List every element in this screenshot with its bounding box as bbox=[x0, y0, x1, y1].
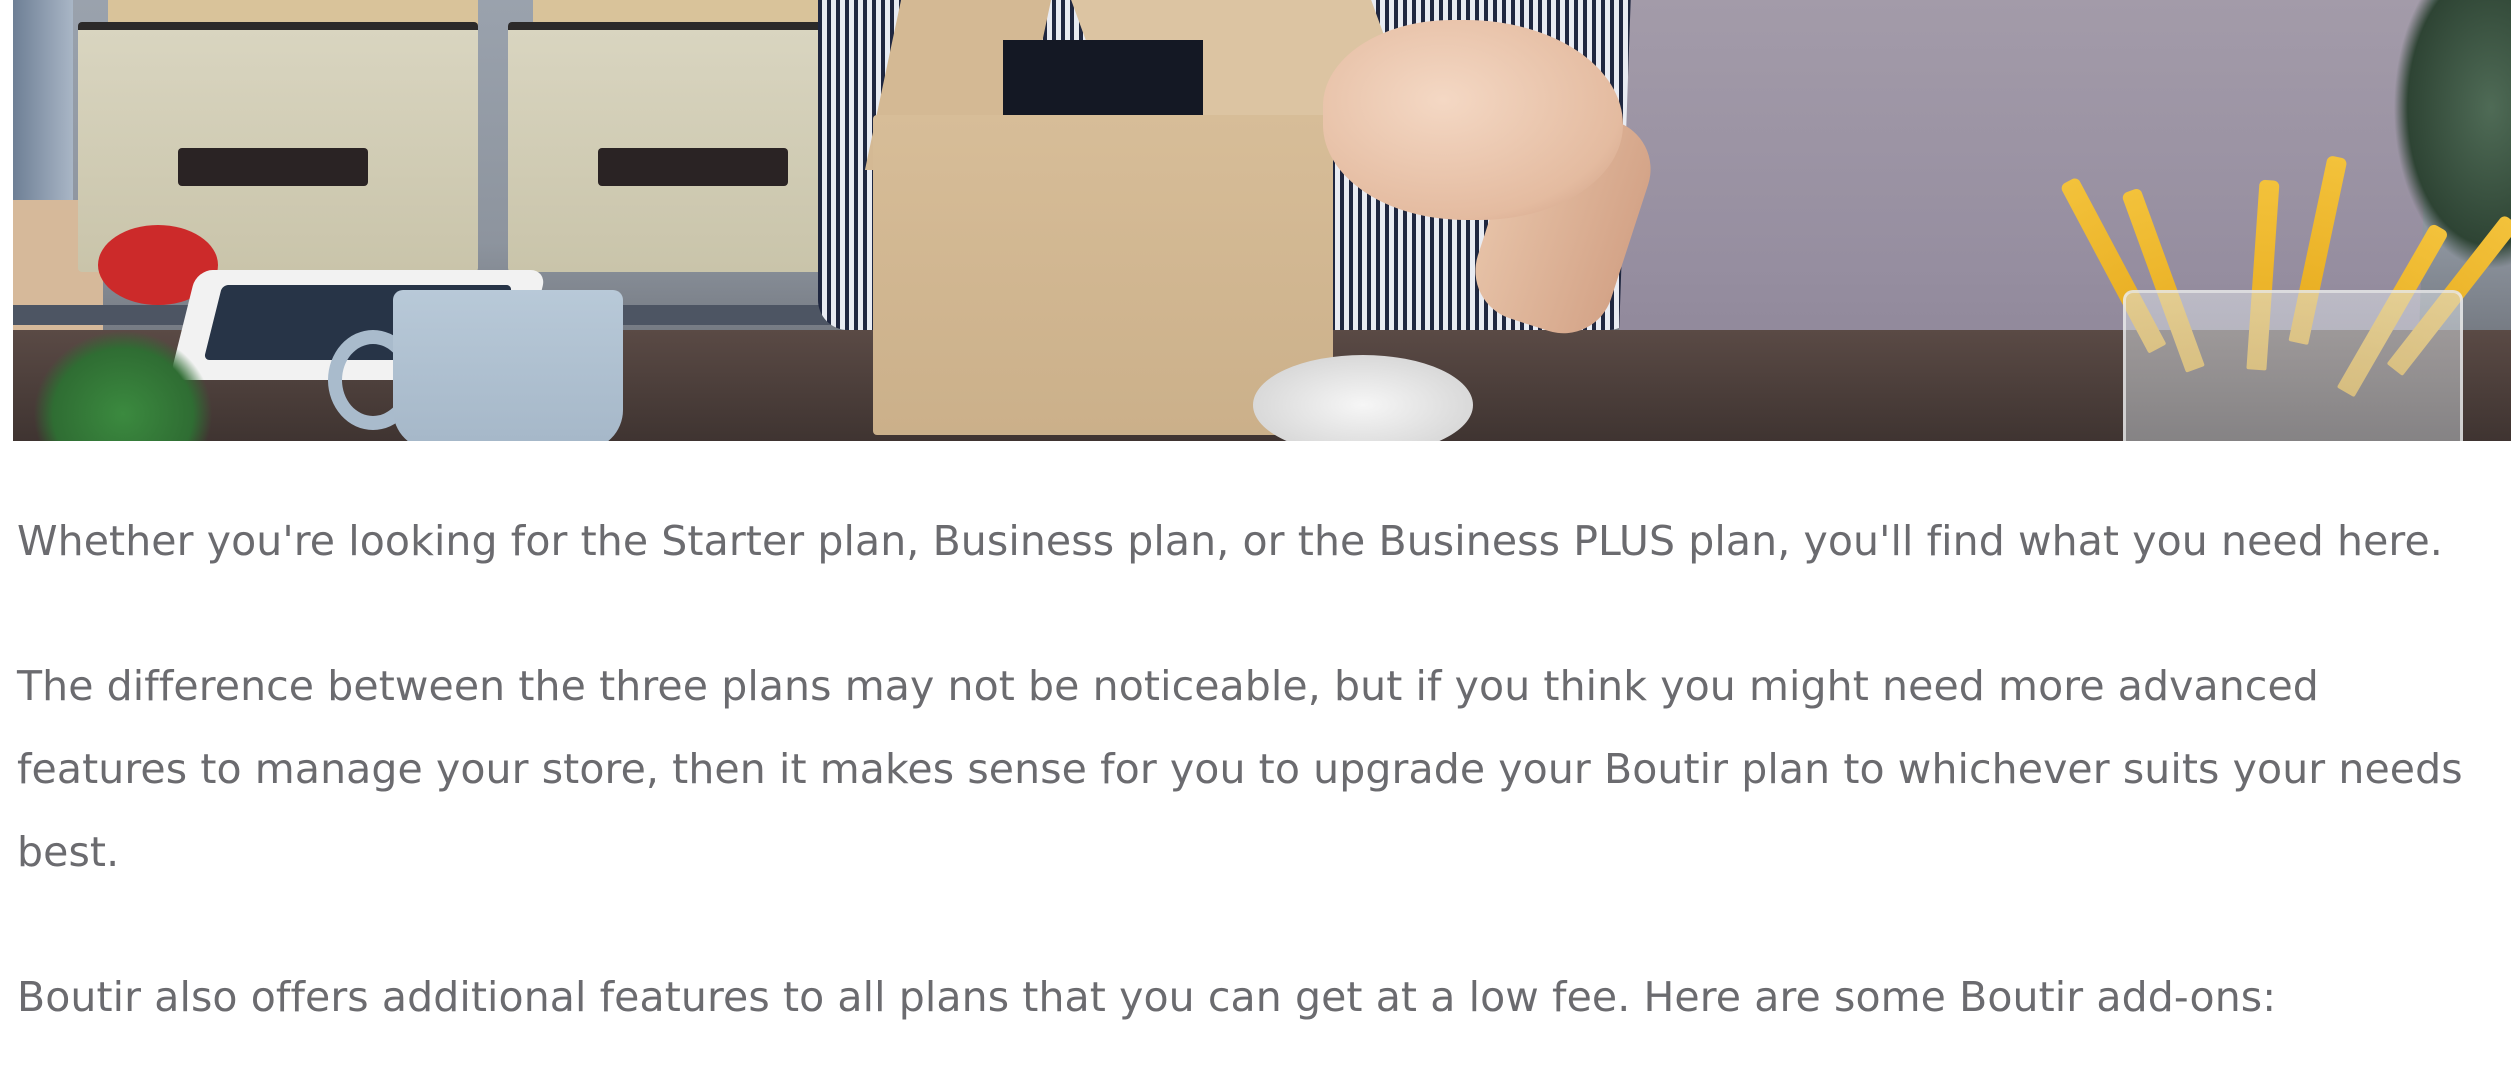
hero-storage-handle bbox=[178, 148, 368, 186]
hero-pencil-cup bbox=[2123, 290, 2463, 441]
hero-mug bbox=[393, 290, 623, 441]
hero-storage-box-right bbox=[508, 22, 868, 272]
article-paragraph: Boutir also offers additional features t… bbox=[17, 973, 2277, 1021]
article-paragraph: The difference between the three plans m… bbox=[17, 662, 2463, 876]
hero-plant-left bbox=[33, 330, 213, 441]
article-paragraph: Whether you're looking for the Starter p… bbox=[17, 517, 2443, 565]
hero-storage-handle bbox=[598, 148, 788, 186]
hero-cardboard-inside bbox=[1003, 40, 1203, 125]
article-body: Whether you're looking for the Starter p… bbox=[17, 500, 2497, 1065]
hero-image bbox=[13, 0, 2511, 441]
